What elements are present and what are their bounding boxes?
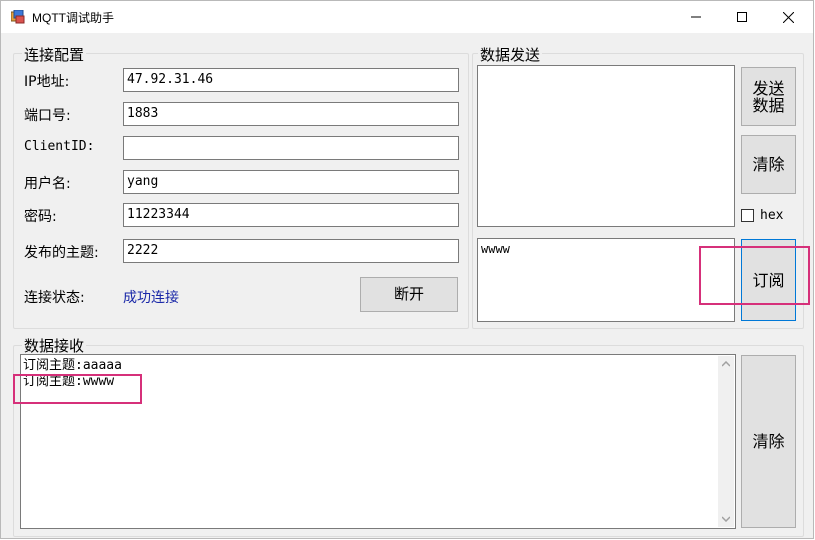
hex-label: hex <box>760 208 784 223</box>
send-group-title: 数据发送 <box>478 44 543 65</box>
app-window: MQTT调试助手 连接配置 IP地址: 47.92.31.46 端口号: 188… <box>0 0 814 539</box>
scroll-down-icon[interactable] <box>722 516 730 522</box>
username-input[interactable]: yang <box>123 170 459 194</box>
receive-scrollbar[interactable] <box>718 356 734 527</box>
password-input[interactable]: 11223344 <box>123 203 459 227</box>
minimize-icon <box>691 16 701 18</box>
status-value: 成功连接 <box>123 290 179 306</box>
send-data-button[interactable]: 发送 数据 <box>741 67 796 126</box>
receive-line-1: 订阅主题:aaaaa <box>23 358 122 373</box>
close-button[interactable] <box>765 1 811 33</box>
clientid-label: ClientID: <box>24 139 95 154</box>
hex-checkbox[interactable] <box>741 209 754 222</box>
subscribe-topic-text: wwww <box>481 242 510 256</box>
publish-topic-label: 发布的主题: <box>24 245 99 261</box>
subscribe-highlight-box <box>699 246 810 305</box>
ip-label: IP地址: <box>24 74 70 90</box>
app-icon <box>11 10 25 24</box>
connection-group-title: 连接配置 <box>22 44 87 65</box>
receive-highlight-box <box>13 374 142 404</box>
clear-send-button[interactable]: 清除 <box>741 135 796 194</box>
password-label: 密码: <box>24 209 57 225</box>
port-label: 端口号: <box>24 108 71 124</box>
port-input[interactable]: 1883 <box>123 102 459 126</box>
subscribe-topic-textarea[interactable]: wwww <box>477 238 735 322</box>
ip-input[interactable]: 47.92.31.46 <box>123 68 459 92</box>
receive-group-title: 数据接收 <box>22 335 87 356</box>
scroll-up-icon[interactable] <box>722 361 730 367</box>
close-icon <box>782 11 794 23</box>
send-data-textarea[interactable] <box>477 65 735 227</box>
clear-receive-button[interactable]: 清除 <box>741 355 796 528</box>
window-title: MQTT调试助手 <box>32 11 114 25</box>
minimize-button[interactable] <box>673 1 719 33</box>
maximize-icon <box>737 12 747 22</box>
publish-topic-input[interactable]: 2222 <box>123 239 459 263</box>
title-bar: MQTT调试助手 <box>1 1 813 33</box>
username-label: 用户名: <box>24 176 71 192</box>
disconnect-button[interactable]: 断开 <box>360 277 458 312</box>
clientid-input[interactable] <box>123 136 459 160</box>
status-label: 连接状态: <box>24 290 85 306</box>
maximize-button[interactable] <box>719 1 765 33</box>
